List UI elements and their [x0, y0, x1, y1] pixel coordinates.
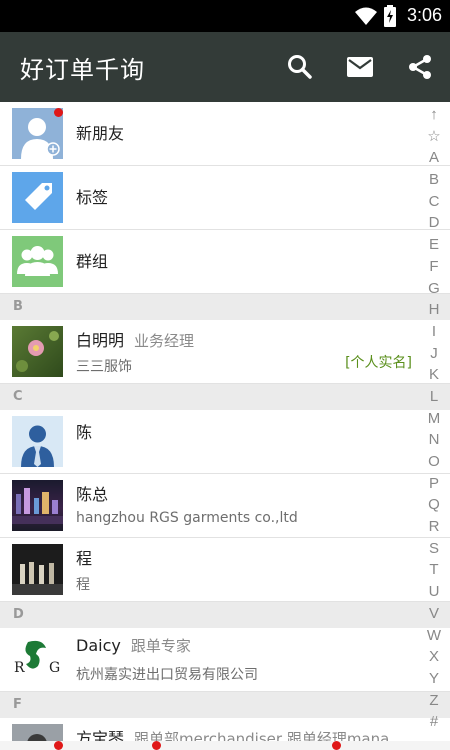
svg-text:G: G: [49, 660, 60, 676]
list-item-label: 标签: [76, 188, 109, 207]
alphabet-index[interactable]: ↑ ☆ A B C D E F G H I J K L M N O P Q R S T U V W X Y Z #: [422, 104, 446, 744]
status-bar: 3:06: [0, 0, 450, 32]
section-header-c: C: [0, 384, 450, 410]
wifi-icon: [355, 7, 377, 25]
contact-avatar: [12, 480, 63, 531]
index-letter[interactable]: Q: [422, 494, 446, 516]
tab-badge: [152, 741, 161, 750]
contact-name: 陈总: [76, 485, 109, 504]
index-letter[interactable]: M: [422, 408, 446, 430]
index-letter[interactable]: K: [422, 364, 446, 386]
index-letter[interactable]: V: [422, 603, 446, 625]
index-letter[interactable]: Z: [422, 690, 446, 712]
index-letter[interactable]: N: [422, 429, 446, 451]
new-friend-badge: [54, 108, 63, 117]
contact-role: 跟单专家: [130, 637, 191, 655]
index-letter[interactable]: A: [422, 147, 446, 169]
contact-company: 程: [76, 577, 90, 593]
svg-text:R: R: [14, 660, 25, 676]
section-header-b: B: [0, 294, 450, 320]
index-letter[interactable]: ↑: [422, 104, 446, 126]
tags-item[interactable]: 标签: [0, 166, 450, 230]
index-letter[interactable]: T: [422, 559, 446, 581]
share-button[interactable]: [404, 51, 436, 83]
index-letter[interactable]: ☆: [422, 126, 446, 148]
contact-row[interactable]: 白明明 业务经理 三三服饰 [个人实名]: [0, 320, 450, 384]
contact-row[interactable]: 程 程: [0, 538, 450, 602]
groups-item[interactable]: 群组: [0, 230, 450, 294]
index-letter[interactable]: L: [422, 386, 446, 408]
index-letter[interactable]: C: [422, 191, 446, 213]
contact-row[interactable]: R G Daicy 跟单专家 杭州嘉实进出口贸易有限公司: [0, 628, 450, 692]
contact-row[interactable]: 陈: [0, 410, 450, 474]
index-letter[interactable]: J: [422, 343, 446, 365]
index-letter[interactable]: H: [422, 299, 446, 321]
contact-name-text: 白明明: [76, 331, 125, 350]
contact-role: 业务经理: [134, 332, 195, 350]
tab-badge: [332, 741, 341, 750]
contact-name: 陈: [76, 423, 93, 442]
index-letter[interactable]: W: [422, 625, 446, 647]
index-letter[interactable]: D: [422, 212, 446, 234]
list-item-label: 群组: [76, 252, 109, 271]
list-item-label: 新朋友: [76, 124, 125, 143]
verified-tag: [个人实名]: [345, 355, 412, 371]
status-time: 3:06: [406, 5, 442, 25]
new-friends-item[interactable]: 新朋友: [0, 102, 450, 166]
contact-avatar: [12, 326, 63, 377]
search-button[interactable]: [284, 51, 316, 83]
index-letter[interactable]: #: [422, 711, 446, 733]
index-letter[interactable]: F: [422, 256, 446, 278]
index-letter[interactable]: I: [422, 321, 446, 343]
index-letter[interactable]: O: [422, 451, 446, 473]
tab-badge: [54, 741, 63, 750]
contact-name-text: Daicy: [76, 636, 121, 655]
index-letter[interactable]: G: [422, 278, 446, 300]
app-bar: 好订单千询: [0, 32, 450, 102]
index-letter[interactable]: E: [422, 234, 446, 256]
contact-company: 杭州嘉实进出口贸易有限公司: [76, 667, 258, 683]
contact-name: 白明明 业务经理: [76, 327, 194, 351]
group-icon: [12, 236, 63, 287]
index-letter[interactable]: S: [422, 538, 446, 560]
index-letter[interactable]: Y: [422, 668, 446, 690]
index-letter[interactable]: X: [422, 646, 446, 668]
index-letter[interactable]: P: [422, 473, 446, 495]
section-header-f: F: [0, 692, 450, 718]
contact-company: hangzhou RGS garments co.,ltd: [76, 510, 298, 526]
contact-name: Daicy 跟单专家: [76, 635, 191, 656]
search-icon: [288, 55, 312, 79]
default-avatar-icon: [12, 416, 63, 467]
index-letter[interactable]: R: [422, 516, 446, 538]
battery-charging-icon: [384, 5, 396, 27]
section-header-d: D: [0, 602, 450, 628]
page-title: 好订单千询: [20, 56, 145, 84]
contact-name: 程: [76, 549, 93, 568]
mail-icon: [347, 57, 373, 77]
contact-avatar: [12, 544, 63, 595]
mail-button[interactable]: [344, 51, 376, 83]
index-letter[interactable]: B: [422, 169, 446, 191]
contact-list[interactable]: 新朋友 标签 群组 B 白明明 业务经理 三三服饰 [个人实名] C 陈 陈总 …: [0, 102, 450, 750]
share-icon: [409, 55, 431, 79]
contact-row[interactable]: 陈总 hangzhou RGS garments co.,ltd: [0, 474, 450, 538]
bottom-tab-bar: [0, 741, 450, 750]
contact-avatar: R G: [12, 634, 63, 685]
index-letter[interactable]: U: [422, 581, 446, 603]
tag-icon: [12, 172, 63, 223]
contact-company: 三三服饰: [76, 359, 132, 375]
